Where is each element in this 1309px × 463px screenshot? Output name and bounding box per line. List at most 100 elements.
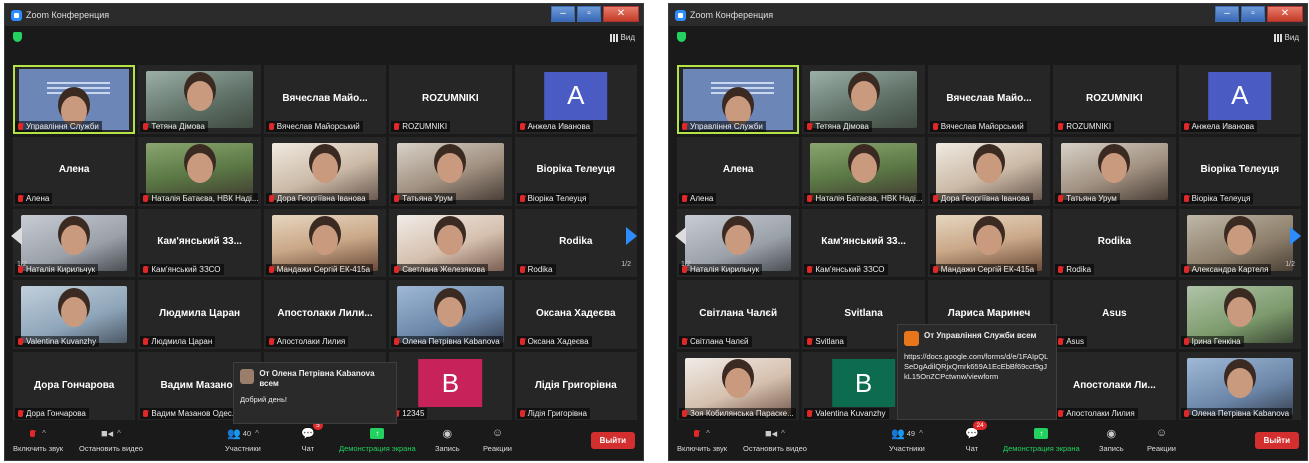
shield-icon[interactable] [677,32,686,42]
participant-tile[interactable]: Управління Служби [13,65,136,134]
participant-tile[interactable]: Rodika Rodika [1053,208,1176,278]
participant-tile[interactable]: Наталія Батаєва, НВК Наді... [138,136,261,206]
chevron-up-icon[interactable]: ^ [117,429,121,438]
participant-tile[interactable]: Дора Георгіївна Іванова [263,136,387,206]
participant-tile[interactable]: Кам'янський 33... Кам'янський ЗЗСО [138,208,261,278]
chevron-up-icon[interactable]: ^ [255,429,259,438]
grid-icon [1273,33,1282,42]
participant-tile[interactable]: Мандажи Сергій ЕК-415а [263,208,387,278]
chat-button[interactable]: 💬 5 Чат [301,421,323,453]
participant-tile[interactable]: A Анжела Иванова [514,65,637,134]
participant-tile[interactable]: Мандажи Сергій ЕК-415а [927,208,1051,278]
close-button[interactable]: ✕ [1267,6,1303,22]
participant-tile[interactable]: Valentina Kuvanzhy [13,280,136,350]
share-screen-button[interactable]: ↑ Демонстрация экрана [339,425,416,453]
participant-tile[interactable]: ROZUMNIKI ROZUMNIKI [1053,65,1176,134]
participant-tile[interactable]: Rodika Rodika [514,208,637,278]
chevron-up-icon[interactable]: ^ [781,429,785,438]
participant-tile[interactable]: Дора Георгіївна Іванова [927,136,1051,206]
participant-name-label: Rodika [1055,264,1095,276]
view-button[interactable]: Вид [609,33,635,42]
participant-tile[interactable]: Апостолаки Ли... Апостолаки Лилия [1053,352,1176,421]
participant-tile[interactable]: ROZUMNIKI ROZUMNIKI [389,65,512,134]
participant-tile[interactable]: Тетяна Дімова [802,65,925,134]
participant-tile[interactable]: Алена Алена [677,136,800,206]
chat-notification-popup[interactable]: От Управління Служби всем https://docs.go… [897,324,1057,420]
mic-muted-icon [1183,194,1189,202]
participant-tile[interactable]: Вячеслав Майо... Вячеслав Майорський [927,65,1051,134]
participant-tile[interactable]: Александра Картеля [1178,208,1301,278]
participant-tile[interactable]: Наталія Батаєва, НВК Наді... [802,136,925,206]
participants-button[interactable]: 👥 40 ^ Участники [225,425,261,454]
participant-name-label: Вадим Мазанов Одес... [140,408,242,419]
participant-tile[interactable]: Татьяна Урум [1053,136,1176,206]
mic-muted-icon [807,338,813,346]
video-feed [1186,214,1293,272]
participant-tile[interactable]: Татьяна Урум [389,136,512,206]
participant-face [1226,296,1253,327]
share-screen-button[interactable]: ↑ Демонстрация экрана [1003,425,1080,453]
minimize-button[interactable]: ‒ [1215,6,1239,22]
participant-display-name: Апостолаки Ли... [1073,379,1156,391]
zoom-window-left: Zoom Конференция ‒ ▫ ✕ Вид Управління Сл… [4,3,644,461]
close-button[interactable]: ✕ [603,6,639,22]
participant-tile[interactable]: Зоя Кобилянська Параске... [677,352,800,421]
participant-name-label: Вячеслав Майорський [929,120,1027,132]
participant-display-name: ROZUMNIKI [1086,92,1143,104]
record-button[interactable]: ◉ Запись [1099,425,1124,454]
chevron-up-icon[interactable]: ^ [706,429,710,438]
participant-tile[interactable]: Віоріка Телеуця Віоріка Телеуця [1178,136,1301,206]
participant-tile[interactable]: Апостолаки Лили... Апостолаки Лилия [263,280,387,350]
participant-tile[interactable]: Олена Петрівна Kabanova [389,280,512,350]
chevron-up-icon[interactable]: ^ [919,429,923,438]
participant-tile[interactable]: Ірина Генкіна [1178,280,1301,350]
participant-tile[interactable]: Наталія Кирильчук [13,208,136,278]
mic-muted-icon [932,122,938,130]
reactions-button[interactable]: ☺ Реакции [1147,425,1176,453]
chat-label: Чат [301,444,315,453]
participant-display-name: Rodika [559,236,593,248]
video-button[interactable]: ■◂ ^ Остановить видео [79,425,143,454]
shield-icon[interactable] [13,32,22,42]
participant-tile[interactable]: Кам'янський 33... Кам'янський ЗЗСО [802,208,925,278]
chat-notification-popup[interactable]: От Олена Петрівна Kabanova всем Добрий де… [233,362,397,424]
view-button[interactable]: Вид [1273,33,1299,42]
participants-button[interactable]: 👥 49 ^ Участники [889,425,925,454]
maximize-button[interactable]: ▫ [1241,6,1265,22]
record-button[interactable]: ◉ Запись [435,425,460,454]
participant-tile[interactable]: Олена Петрівна Kabanova [1178,352,1301,421]
reactions-button[interactable]: ☺ Реакции [483,425,512,453]
chevron-up-icon[interactable]: ^ [42,429,46,438]
participant-face [186,153,213,184]
participant-tile[interactable]: B 12345 [389,352,512,421]
participant-tile[interactable]: Тетяна Дімова [138,65,261,134]
participant-tile[interactable]: Светлана Железякова [389,208,512,278]
chat-button[interactable]: 💬 24 Чат [965,421,987,453]
next-page-arrow-icon[interactable] [1290,227,1301,246]
participant-tile[interactable]: Лідія Григорівна Лідія Григорівна [514,352,637,421]
video-button[interactable]: ■◂ ^ Остановить видео [743,425,807,454]
participant-name-label: Олена Петрівна Kabanova [1180,408,1293,419]
video-feed [935,214,1043,272]
previous-page-arrow-icon[interactable] [675,227,686,246]
reactions-icon: ☺ [491,427,504,439]
previous-page-arrow-icon[interactable] [11,227,22,246]
participant-tile[interactable]: Наталія Кирильчук [677,208,800,278]
mic-muted-icon [1058,266,1064,274]
participant-tile[interactable]: Управління Служби [677,65,800,134]
participants-icon: 👥 [891,427,905,440]
maximize-button[interactable]: ▫ [577,6,601,22]
participant-tile[interactable]: Дора Гончарова Дора Гончарова [13,352,136,421]
minimize-button[interactable]: ‒ [551,6,575,22]
share-label: Демонстрация экрана [339,444,416,453]
participant-tile[interactable]: Asus Asus [1053,280,1176,350]
participant-face [437,153,464,184]
participant-tile[interactable]: Оксана Хадеєва Оксана Хадеєва [514,280,637,350]
participant-tile[interactable]: Алена Алена [13,136,136,206]
participant-tile[interactable]: Світлана Чалєй Світлана Чалєй [677,280,800,350]
participant-tile[interactable]: A Анжела Иванова [1178,65,1301,134]
next-page-arrow-icon[interactable] [626,227,637,246]
participant-tile[interactable]: Віоріка Телеуця Віоріка Телеуця [514,136,637,206]
participant-tile[interactable]: Людмила Царан Людмила Царан [138,280,261,350]
participant-tile[interactable]: Вячеслав Майо... Вячеслав Майорський [263,65,387,134]
